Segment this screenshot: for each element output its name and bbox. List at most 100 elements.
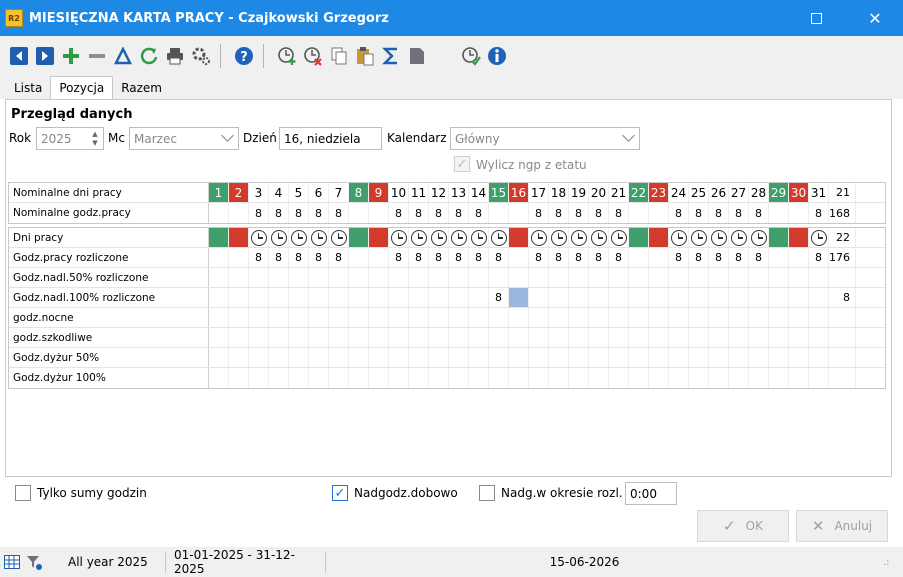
- hour-cell[interactable]: 8: [729, 248, 749, 267]
- hour-cell[interactable]: [809, 268, 829, 287]
- hour-cell[interactable]: [629, 248, 649, 267]
- hour-cell[interactable]: [209, 248, 229, 267]
- hour-cell[interactable]: [749, 288, 769, 307]
- hour-cell[interactable]: [529, 348, 549, 367]
- hour-cell[interactable]: [669, 368, 689, 388]
- filter-icon[interactable]: [26, 554, 42, 570]
- day-cell[interactable]: 24: [669, 183, 689, 202]
- hour-cell[interactable]: [389, 268, 409, 287]
- hour-cell[interactable]: [509, 328, 529, 347]
- hour-cell[interactable]: 8: [589, 248, 609, 267]
- refresh-button[interactable]: [138, 45, 160, 67]
- hour-cell[interactable]: 8: [809, 203, 829, 223]
- total-cell[interactable]: 22: [829, 228, 856, 247]
- work-day-cell[interactable]: [749, 228, 769, 247]
- table-icon[interactable]: [4, 555, 20, 569]
- hour-cell[interactable]: [549, 288, 569, 307]
- day-cell[interactable]: 9: [369, 183, 389, 202]
- hour-cell[interactable]: [609, 328, 629, 347]
- hour-cell[interactable]: [729, 328, 749, 347]
- hour-cell[interactable]: [369, 248, 389, 267]
- day-cell[interactable]: 28: [749, 183, 769, 202]
- time-check-button[interactable]: [460, 45, 482, 67]
- hour-cell[interactable]: [589, 308, 609, 327]
- hour-cell[interactable]: [589, 368, 609, 388]
- hour-cell[interactable]: [609, 368, 629, 388]
- hour-cell[interactable]: [269, 328, 289, 347]
- day-cell[interactable]: 20: [589, 183, 609, 202]
- day-cell[interactable]: 27: [729, 183, 749, 202]
- work-day-cell[interactable]: [609, 228, 629, 247]
- maximize-button[interactable]: [793, 0, 839, 36]
- work-day-cell[interactable]: [709, 228, 729, 247]
- hour-cell[interactable]: [609, 348, 629, 367]
- hour-cell[interactable]: [769, 268, 789, 287]
- day-cell[interactable]: 23: [649, 183, 669, 202]
- hour-cell[interactable]: [489, 308, 509, 327]
- hour-cell[interactable]: [709, 268, 729, 287]
- hour-cell[interactable]: [809, 348, 829, 367]
- hour-cell[interactable]: [209, 288, 229, 307]
- hour-cell[interactable]: [269, 288, 289, 307]
- work-day-cell[interactable]: [689, 228, 709, 247]
- hour-cell[interactable]: [349, 348, 369, 367]
- hour-cell[interactable]: [749, 308, 769, 327]
- add-time-button[interactable]: [276, 45, 298, 67]
- hour-cell[interactable]: [469, 348, 489, 367]
- day-cell[interactable]: 25: [689, 183, 709, 202]
- hour-cell[interactable]: [369, 268, 389, 287]
- hour-cell[interactable]: [409, 368, 429, 388]
- hour-cell[interactable]: [589, 268, 609, 287]
- hour-cell[interactable]: [649, 288, 669, 307]
- day-cell[interactable]: 13: [449, 183, 469, 202]
- hour-cell[interactable]: 8: [489, 248, 509, 267]
- hour-cell[interactable]: [449, 308, 469, 327]
- day-cell[interactable]: 31: [809, 183, 829, 202]
- hour-cell[interactable]: [209, 308, 229, 327]
- day-cell[interactable]: 14: [469, 183, 489, 202]
- hour-cell[interactable]: [349, 368, 369, 388]
- hour-cell[interactable]: [769, 288, 789, 307]
- hour-cell[interactable]: [609, 308, 629, 327]
- paste-button[interactable]: [354, 45, 376, 67]
- hour-cell[interactable]: [489, 268, 509, 287]
- hour-cell[interactable]: [789, 308, 809, 327]
- hour-cell[interactable]: [329, 368, 349, 388]
- hour-cell[interactable]: 8: [689, 248, 709, 267]
- hour-cell[interactable]: [249, 348, 269, 367]
- hour-cell[interactable]: [429, 348, 449, 367]
- hour-cell[interactable]: [809, 328, 829, 347]
- hour-cell[interactable]: 8: [249, 203, 269, 223]
- hour-cell[interactable]: [809, 368, 829, 388]
- hour-cell[interactable]: [689, 288, 709, 307]
- day-cell[interactable]: 17: [529, 183, 549, 202]
- hour-cell[interactable]: [529, 368, 549, 388]
- hour-cell[interactable]: [329, 328, 349, 347]
- hour-cell[interactable]: [269, 368, 289, 388]
- anuluj-button[interactable]: ✕ Anuluj: [796, 510, 888, 542]
- hour-cell[interactable]: [649, 348, 669, 367]
- hour-cell[interactable]: [409, 268, 429, 287]
- hour-cell[interactable]: [689, 308, 709, 327]
- hour-cell[interactable]: [269, 308, 289, 327]
- hour-cell[interactable]: [749, 368, 769, 388]
- hour-cell[interactable]: [569, 348, 589, 367]
- work-day-cell[interactable]: [809, 228, 829, 247]
- hour-cell[interactable]: [569, 328, 589, 347]
- hour-cell[interactable]: [409, 288, 429, 307]
- hour-cell[interactable]: [689, 268, 709, 287]
- hour-cell[interactable]: [669, 328, 689, 347]
- hour-cell[interactable]: [289, 308, 309, 327]
- day-cell[interactable]: 5: [289, 183, 309, 202]
- hour-cell[interactable]: [229, 203, 249, 223]
- hour-cell[interactable]: [369, 203, 389, 223]
- hour-cell[interactable]: [789, 268, 809, 287]
- tylko-sumy-checkbox[interactable]: [15, 485, 31, 501]
- delta-button[interactable]: [112, 45, 134, 67]
- hour-cell[interactable]: [669, 308, 689, 327]
- hour-cell[interactable]: [329, 288, 349, 307]
- work-day-cell[interactable]: [569, 228, 589, 247]
- hour-cell[interactable]: 8: [569, 203, 589, 223]
- hour-cell[interactable]: [569, 288, 589, 307]
- hour-cell[interactable]: [669, 348, 689, 367]
